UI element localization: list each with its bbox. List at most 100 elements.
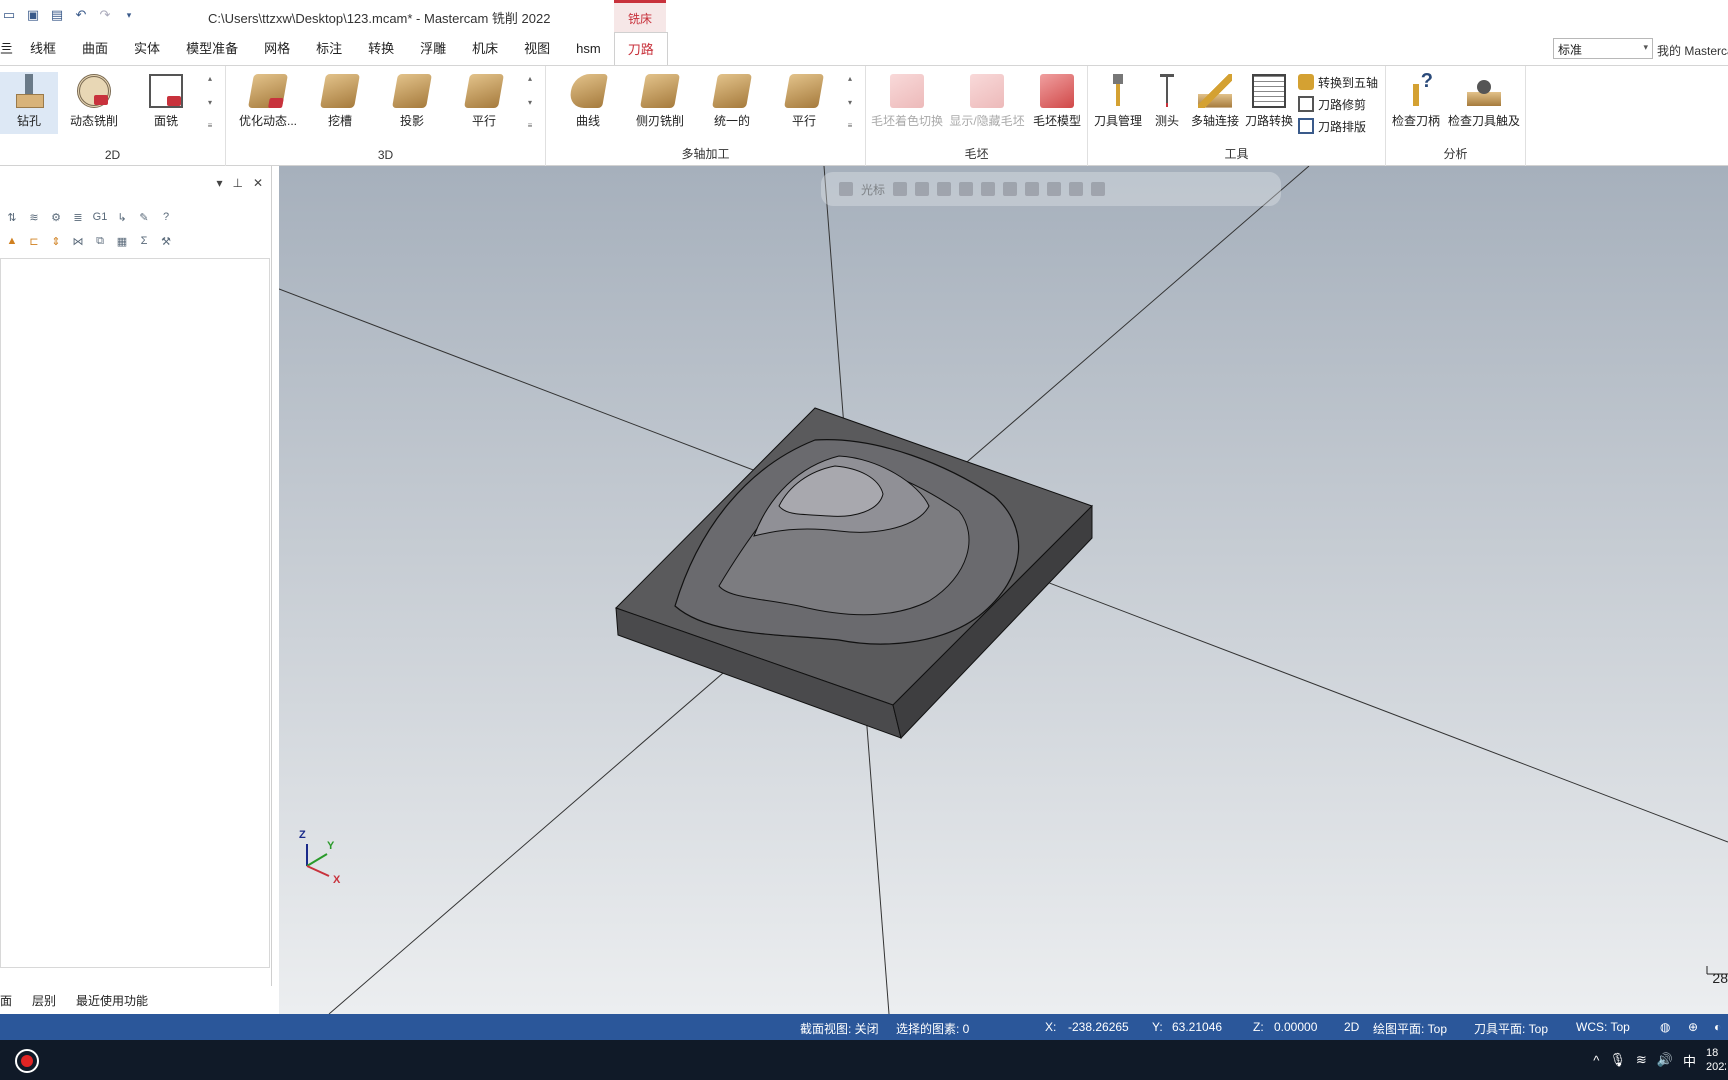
move-down-icon[interactable]: ⇕	[48, 233, 64, 249]
globe-icon[interactable]: ◍	[1660, 1020, 1670, 1034]
gallery-scroll-multiaxis[interactable]: ▴ ▾ ≡	[844, 74, 856, 130]
z-coord-value[interactable]: 0.00000	[1274, 1020, 1317, 1034]
chevron-down-icon[interactable]: ▾	[528, 98, 532, 107]
network-icon[interactable]: ≋	[1636, 1052, 1647, 1068]
tab-toolpaths[interactable]: 刀路	[613, 32, 668, 66]
more-icon[interactable]: ≡	[208, 121, 213, 130]
cursor-mode-selector[interactable]: 光标	[861, 181, 885, 198]
chevron-up-icon[interactable]: ▴	[208, 74, 212, 83]
trim-toolpath-button[interactable]: 刀路修剪	[1298, 94, 1366, 114]
tab-view[interactable]: 视图	[511, 32, 563, 66]
clock[interactable]: 18 2022	[1706, 1046, 1726, 1074]
lock-icon[interactable]: ▦	[114, 233, 130, 249]
options-icon[interactable]: ⚒	[158, 233, 174, 249]
my-mastercam-link[interactable]: 我的 Mastercam	[1657, 42, 1728, 59]
curve-button[interactable]: 曲线	[554, 72, 622, 134]
redo-icon[interactable]: ↷	[96, 6, 114, 24]
swarf-button[interactable]: 侧刃铣削	[626, 72, 694, 134]
more-icon[interactable]: ≡	[848, 121, 853, 130]
microphone-icon[interactable]: 🎙	[1609, 1052, 1626, 1068]
tab-mesh[interactable]: 网格	[251, 32, 303, 66]
gallery-scroll-2d[interactable]: ▴ ▾ ≡	[204, 74, 216, 130]
multiaxis-link-button[interactable]: 多轴连接	[1188, 72, 1242, 134]
check-holder-button[interactable]: 检查刀柄	[1388, 70, 1444, 134]
view-selector[interactable]: 标准 ▾	[1553, 38, 1653, 59]
toolpath-tree[interactable]	[0, 258, 270, 968]
chevron-down-icon[interactable]: ▾	[208, 98, 212, 107]
gallery-scroll-3d[interactable]: ▴ ▾ ≡	[524, 74, 536, 130]
nesting-button[interactable]: 刀路排版	[1298, 116, 1366, 136]
tab-relief[interactable]: 浮雕	[407, 32, 459, 66]
gcode-icon[interactable]: G1	[92, 209, 108, 225]
batch-icon[interactable]: Σ	[136, 233, 152, 249]
chevron-up-icon[interactable]: ▴	[848, 74, 852, 83]
tplane-status[interactable]: 刀具平面: Top	[1474, 1020, 1548, 1037]
pocket-button[interactable]: 挖槽	[306, 72, 374, 134]
tab-hsm[interactable]: hsm	[563, 32, 614, 66]
pointer-icon[interactable]	[937, 182, 952, 196]
help-icon[interactable]: ?	[158, 209, 174, 225]
y-coord-value[interactable]: 63.21046	[1172, 1020, 1222, 1034]
tab-drafting[interactable]: 标注	[303, 32, 355, 66]
select-face-icon[interactable]	[981, 182, 996, 196]
save-as-icon[interactable]: ▤	[48, 6, 66, 24]
tray-overflow-icon[interactable]: ^	[1593, 1053, 1599, 1068]
insert-icon[interactable]: ⊏	[26, 233, 42, 249]
dynamic-mill-button[interactable]: 动态铣削	[60, 72, 128, 134]
tab-levels[interactable]: 层别	[20, 992, 64, 1009]
highfeed-icon[interactable]: ✎	[136, 209, 152, 225]
panel-menu-icon[interactable]: ▾	[216, 176, 222, 190]
tab-file[interactable]: 亖	[0, 32, 17, 66]
context-tab-mill[interactable]: 铣床	[614, 0, 666, 32]
post-icon[interactable]: ↳	[114, 209, 130, 225]
cplane-status[interactable]: 绘图平面: Top	[1373, 1020, 1447, 1037]
close-icon[interactable]: ✕	[253, 176, 263, 190]
unified-button[interactable]: 统一的	[698, 72, 766, 134]
print-icon[interactable]: ▭	[0, 6, 18, 24]
stock-model-button[interactable]: 毛坯模型	[1028, 72, 1086, 134]
optirough-button[interactable]: 优化动态...	[234, 72, 302, 134]
select-all-icon[interactable]: ⇅	[4, 209, 20, 225]
select-body-icon[interactable]	[1025, 182, 1040, 196]
x-coord-value[interactable]: -238.26265	[1068, 1020, 1129, 1034]
ime-indicator[interactable]: 中	[1683, 1051, 1696, 1070]
tab-solids[interactable]: 实体	[121, 32, 173, 66]
cube-view-icon[interactable]: ◐	[1714, 1020, 1721, 1034]
save-icon[interactable]: ▣	[24, 6, 42, 24]
convert-5axis-button[interactable]: 转换到五轴	[1298, 72, 1378, 92]
toggle-display-icon[interactable]: ⋈	[70, 233, 86, 249]
move-up-icon[interactable]: ▲	[4, 233, 20, 249]
section-view-status[interactable]: 截面视图: 关闭	[800, 1020, 879, 1037]
lock-icon[interactable]	[839, 182, 853, 196]
mode-2d-3d[interactable]: 2D	[1344, 1020, 1359, 1034]
check-reach-button[interactable]: 检查刀具触及	[1444, 72, 1524, 134]
select-solid-icon[interactable]	[959, 182, 974, 196]
simulate-icon[interactable]: ≣	[70, 209, 86, 225]
tab-wireframe[interactable]: 线框	[17, 32, 69, 66]
face-mill-button[interactable]: 面铣	[132, 72, 200, 134]
tab-model-prep[interactable]: 模型准备	[173, 32, 251, 66]
pin-icon[interactable]: ⊥	[232, 176, 242, 190]
grid-globe-icon[interactable]: ⊕	[1688, 1020, 1698, 1034]
clear-selection-icon[interactable]	[1091, 182, 1106, 196]
stock-display-button[interactable]: 显示/隐藏毛坯	[948, 72, 1026, 134]
regenerate-dirty-icon[interactable]: ⚙	[48, 209, 64, 225]
parallel-multiaxis-button[interactable]: 平行	[770, 72, 838, 134]
toggle-post-icon[interactable]: ⧉	[92, 233, 108, 249]
tool-manager-button[interactable]: 刀具管理	[1090, 72, 1146, 134]
tab-planes[interactable]: 面	[0, 992, 20, 1009]
record-icon[interactable]	[15, 1049, 39, 1073]
undo-icon[interactable]: ↶	[72, 6, 90, 24]
drill-button[interactable]: 钻孔	[0, 72, 58, 134]
wcs-status[interactable]: WCS: Top	[1576, 1020, 1630, 1034]
tab-transform[interactable]: 转换	[355, 32, 407, 66]
verify-icon[interactable]	[1069, 182, 1084, 196]
customize-icon[interactable]: ▾	[120, 6, 138, 24]
project-button[interactable]: 投影	[378, 72, 446, 134]
graphics-viewport[interactable]: 光标 Z Y X 28	[279, 166, 1728, 1014]
chevron-up-icon[interactable]: ▴	[528, 74, 532, 83]
toolpath-transform-button[interactable]: 刀路转换	[1242, 72, 1296, 134]
parallel-button[interactable]: 平行	[450, 72, 518, 134]
autocursor-icon[interactable]	[915, 182, 930, 196]
window-select-icon[interactable]	[1047, 182, 1062, 196]
